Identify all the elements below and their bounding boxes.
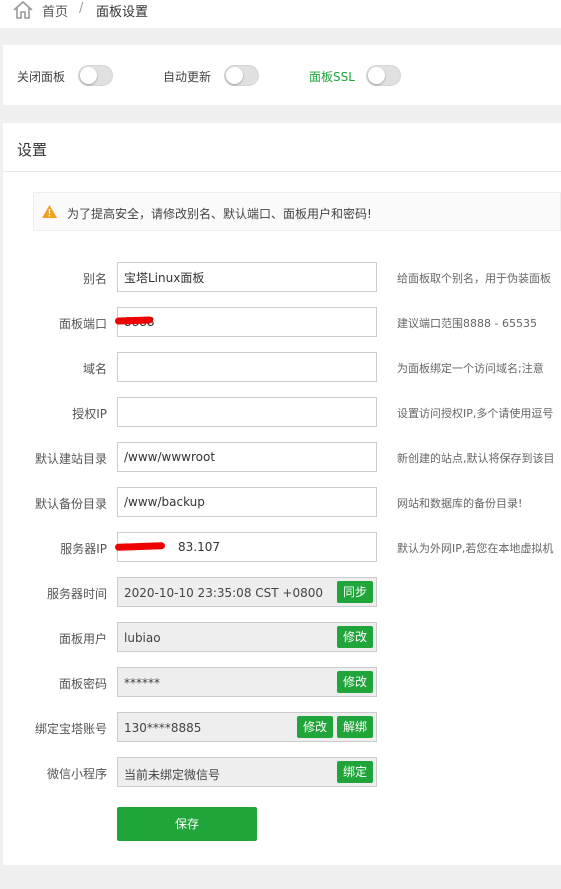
home-icon[interactable] bbox=[12, 0, 34, 20]
auth-ip-input[interactable] bbox=[124, 398, 368, 426]
unbind-account-button[interactable]: 解绑 bbox=[336, 716, 373, 738]
site-dir-row: 默认建站目录 新创建的站点,默认将保存到该目 bbox=[3, 442, 561, 474]
switch-knob bbox=[368, 67, 385, 84]
divider bbox=[3, 171, 561, 172]
wechat-value: 当前未绑定微信号 bbox=[124, 768, 221, 782]
site-dir-field bbox=[117, 442, 377, 472]
auto-update-switch[interactable] bbox=[224, 65, 259, 86]
server-time-value: 2020-10-10 23:35:08 CST +0800 bbox=[124, 586, 323, 600]
switch-knob bbox=[80, 67, 97, 84]
backup-dir-help: 网站和数据库的备份目录! bbox=[397, 497, 523, 510]
breadcrumb-separator: / bbox=[79, 1, 84, 16]
domain-row: 域名 为面板绑定一个访问域名;注意 bbox=[3, 352, 561, 384]
wechat-label: 微信小程序 bbox=[46, 767, 107, 781]
panel-user-row: 面板用户 lubiao 修改 bbox=[3, 622, 561, 654]
auth-ip-row: 授权IP 设置访问授权IP,多个请使用逗号 bbox=[3, 397, 561, 429]
domain-input[interactable] bbox=[124, 353, 368, 381]
server-ip-label: 服务器IP bbox=[60, 542, 107, 556]
sync-time-button[interactable]: 同步 bbox=[336, 581, 373, 603]
bt-account-field: 130****8885 修改 解绑 bbox=[117, 712, 377, 742]
security-alert: 为了提高安全，请修改别名、默认端口、面板用户和密码! bbox=[33, 192, 561, 231]
domain-label: 域名 bbox=[82, 362, 107, 376]
server-time-row: 服务器时间 2020-10-10 23:35:08 CST +0800 同步 bbox=[3, 577, 561, 609]
save-button[interactable]: 保存 bbox=[117, 807, 257, 841]
site-dir-label: 默认建站目录 bbox=[34, 452, 107, 466]
port-help: 建议端口范围8888 - 65535 bbox=[397, 317, 537, 330]
alias-row: 别名 给面板取个别名，用于伪装面板 bbox=[3, 262, 561, 294]
wechat-row: 微信小程序 当前未绑定微信号 绑定 bbox=[3, 757, 561, 789]
site-dir-help: 新创建的站点,默认将保存到该目 bbox=[397, 452, 555, 465]
port-input[interactable] bbox=[124, 308, 368, 336]
edit-user-button[interactable]: 修改 bbox=[336, 626, 373, 648]
breadcrumb: 首页 / 面板设置 bbox=[0, 0, 561, 28]
panel-ssl-label[interactable]: 面板SSL bbox=[309, 68, 355, 85]
auth-ip-label: 授权IP bbox=[72, 407, 107, 421]
bt-account-row: 绑定宝塔账号 130****8885 修改 解绑 bbox=[3, 712, 561, 744]
backup-dir-field bbox=[117, 487, 377, 517]
panel-user-label: 面板用户 bbox=[58, 632, 107, 646]
auth-ip-help: 设置访问授权IP,多个请使用逗号 bbox=[397, 407, 554, 420]
settings-title: 设置 bbox=[17, 141, 48, 159]
bind-wechat-button[interactable]: 绑定 bbox=[336, 761, 373, 783]
port-row: 面板端口 建议端口范围8888 - 65535 bbox=[3, 307, 561, 339]
backup-dir-label: 默认备份目录 bbox=[34, 497, 107, 511]
toggle-panel: 关闭面板 自动更新 面板SSL bbox=[3, 45, 561, 105]
panel-pass-row: 面板密码 ****** 修改 bbox=[3, 667, 561, 699]
edit-account-button[interactable]: 修改 bbox=[296, 716, 333, 738]
panel-ssl-switch[interactable] bbox=[366, 65, 401, 86]
server-time-label: 服务器时间 bbox=[46, 587, 107, 601]
server-ip-help: 默认为外网IP,若您在本地虚拟机 bbox=[397, 542, 554, 555]
backup-dir-row: 默认备份目录 网站和数据库的备份目录! bbox=[3, 487, 561, 519]
alias-input[interactable] bbox=[124, 263, 368, 291]
bt-account-label: 绑定宝塔账号 bbox=[34, 722, 107, 736]
redaction-mark bbox=[114, 316, 154, 325]
alert-text: 为了提高安全，请修改别名、默认端口、面板用户和密码! bbox=[67, 207, 372, 221]
wechat-field: 当前未绑定微信号 绑定 bbox=[117, 757, 377, 787]
breadcrumb-current: 面板设置 bbox=[96, 5, 149, 20]
edit-password-button[interactable]: 修改 bbox=[336, 671, 373, 693]
domain-help: 为面板绑定一个访问域名;注意 bbox=[397, 362, 544, 375]
breadcrumb-home-link[interactable]: 首页 bbox=[42, 1, 68, 20]
settings-panel: 设置 为了提高安全，请修改别名、默认端口、面板用户和密码! 别名 给面板取个别名… bbox=[3, 123, 561, 865]
domain-field bbox=[117, 352, 377, 382]
alias-help: 给面板取个别名，用于伪装面板 bbox=[397, 272, 551, 285]
panel-pass-value: ****** bbox=[124, 676, 160, 690]
alias-label: 别名 bbox=[82, 272, 107, 286]
warning-icon bbox=[42, 205, 57, 218]
server-ip-input[interactable] bbox=[178, 533, 368, 561]
panel-pass-field: ****** 修改 bbox=[117, 667, 377, 697]
panel-user-field: lubiao 修改 bbox=[117, 622, 377, 652]
server-time-field: 2020-10-10 23:35:08 CST +0800 同步 bbox=[117, 577, 377, 607]
auto-update-label: 自动更新 bbox=[163, 70, 212, 84]
switch-knob bbox=[226, 67, 243, 84]
port-label: 面板端口 bbox=[58, 317, 107, 331]
close-panel-label: 关闭面板 bbox=[17, 70, 66, 84]
server-ip-row: 服务器IP 默认为外网IP,若您在本地虚拟机 bbox=[3, 532, 561, 564]
panel-user-value: lubiao bbox=[124, 631, 161, 645]
bt-account-value: 130****8885 bbox=[124, 721, 202, 735]
panel-pass-label: 面板密码 bbox=[58, 677, 107, 691]
backup-dir-input[interactable] bbox=[124, 488, 368, 516]
close-panel-switch[interactable] bbox=[78, 65, 113, 86]
port-field bbox=[117, 307, 377, 337]
alias-field bbox=[117, 262, 377, 292]
auth-ip-field bbox=[117, 397, 377, 427]
site-dir-input[interactable] bbox=[124, 443, 368, 471]
